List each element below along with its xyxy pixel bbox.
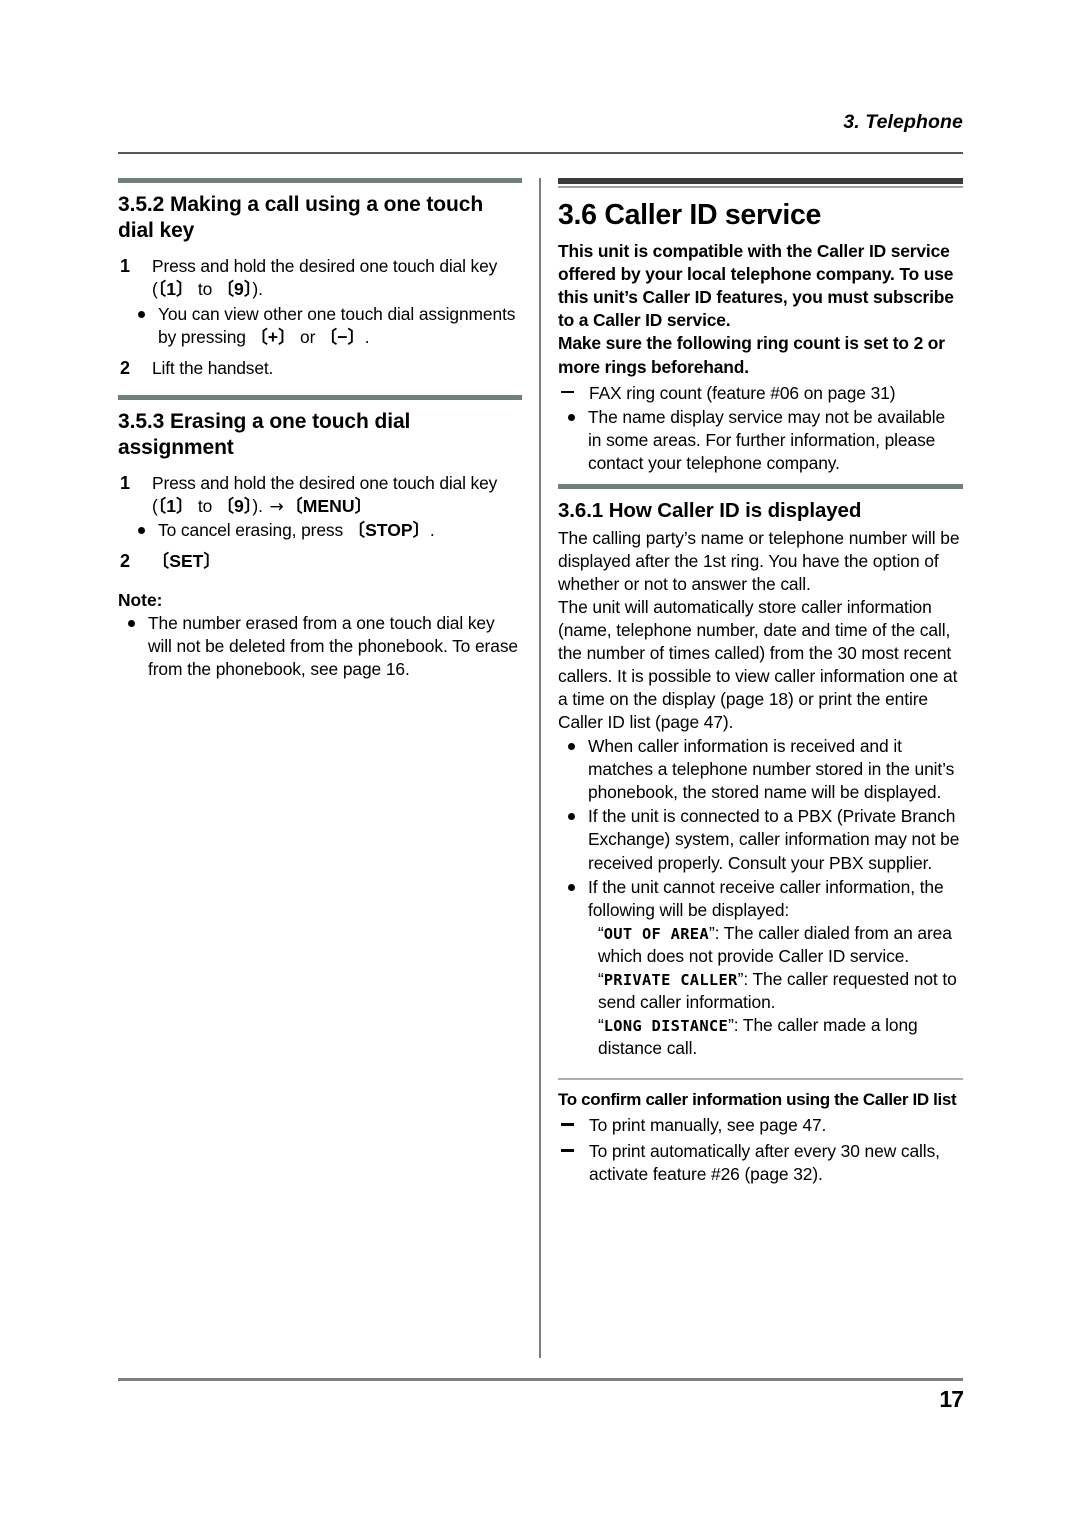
paragraph-361-1: The calling party’s name or telephone nu…: [558, 527, 960, 594]
key-plus: 〔+〕: [250, 326, 296, 348]
bullet-text: If the unit cannot receive caller inform…: [588, 876, 944, 920]
paragraph-361-2: The unit will automatically store caller…: [558, 596, 958, 733]
dash-text: FAX ring count (feature #06 on page 31): [589, 382, 896, 403]
bullet-dot-icon: [568, 813, 575, 821]
note-label: Note:: [118, 589, 163, 610]
lead-paragraph-1: This unit is compatible with the Caller …: [558, 241, 954, 331]
step-text: Lift the handset.: [152, 357, 274, 378]
section-rule-confirm: [558, 1078, 963, 1081]
step-text-b: to: [193, 495, 217, 516]
step-353-2: 2 〔SET〕: [118, 550, 522, 574]
key-1: 〔1〕: [157, 278, 194, 300]
step-number: 1: [120, 255, 130, 276]
bullet-text: The name display service may not be avai…: [588, 406, 946, 473]
note-bullet-text: The number erased from a one touch dial …: [148, 612, 518, 680]
step-number: 2: [120, 357, 130, 378]
heading-361: 3.6.1 How Caller ID is displayed: [558, 498, 862, 522]
step-352-1: 1 Press and hold the desired one touch d…: [118, 255, 522, 302]
key-menu: 〔MENU〕: [285, 495, 372, 517]
note-bullet: The number erased from a one touch dial …: [126, 612, 522, 681]
rule-bar-light: [558, 186, 963, 188]
step-text-b: to: [193, 278, 217, 299]
bullet-361-2: If the unit is connected to a PBX (Priva…: [566, 805, 963, 874]
bullet-352-1: You can view other one touch dial assign…: [136, 303, 522, 350]
document-page: 3. Telephone 3.5.2 Making a call using a…: [0, 0, 1080, 1528]
rule-bar-dark: [558, 178, 963, 184]
section-rule-353: [118, 394, 522, 400]
key-set: 〔SET〕: [152, 551, 221, 573]
dash-item-confirm-1: To print manually, see page 47.: [558, 1114, 963, 1137]
bullet-361-3: If the unit cannot receive caller inform…: [566, 876, 963, 922]
step-353-1: 1 Press and hold the desired one touch d…: [118, 472, 522, 519]
key-minus: 〔−〕: [320, 326, 365, 348]
footer-divider-rule: [118, 1378, 963, 1381]
step-text-c: ).: [252, 495, 268, 516]
key-9: 〔9〕: [216, 278, 253, 300]
key-stop: 〔STOP〕: [347, 520, 430, 542]
display-string-2: “PRIVATE CALLER”: The caller requested n…: [598, 968, 963, 1014]
dash-item-confirm-2: To print automatically after every 30 ne…: [558, 1140, 963, 1186]
dash-mark-icon: [561, 1149, 574, 1152]
dash-item-36-1: FAX ring count (feature #06 on page 31): [558, 382, 963, 405]
bullet-dot-icon: [128, 619, 135, 627]
heading-353: 3.5.3 Erasing a one touch dial assignmen…: [118, 409, 411, 460]
section-rule-36: [558, 178, 963, 188]
step-352-2: 2 Lift the handset.: [118, 357, 522, 380]
step-number: 1: [120, 472, 130, 493]
dash-mark-icon: [561, 390, 574, 394]
bullet-dot-icon: [138, 310, 145, 318]
dash-text: To print manually, see page 47.: [589, 1115, 827, 1136]
display-string-3: “LONG DISTANCE”: The caller made a long …: [598, 1014, 963, 1060]
arrow-icon: →: [269, 496, 284, 517]
dash-text: To print automatically after every 30 ne…: [589, 1141, 940, 1185]
chapter-title: 3. Telephone: [843, 111, 963, 133]
header-divider-rule: [118, 152, 963, 154]
lead-paragraph-2: Make sure the following ring count is se…: [558, 333, 945, 377]
bullet-dot-icon: [568, 413, 575, 421]
bullet-text-or: or: [295, 326, 320, 347]
bullet-dot-icon: [138, 527, 145, 535]
key-9: 〔9〕: [216, 495, 253, 517]
display-string-1: “OUT OF AREA”: The caller dialed from an…: [598, 922, 963, 968]
step-text-c: ).: [252, 278, 263, 299]
bullet-text: If the unit is connected to a PBX (Priva…: [588, 806, 960, 873]
page-header: 3. Telephone: [118, 111, 963, 133]
heading-36: 3.6 Caller ID service: [558, 199, 822, 231]
column-divider: [539, 178, 541, 1358]
lcd-text-long-distance: LONG DISTANCE: [603, 1016, 729, 1035]
right-column: 3.6 Caller ID service This unit is compa…: [558, 178, 963, 1186]
bullet-text-c: .: [364, 326, 370, 347]
bullet-dot-icon: [568, 883, 575, 891]
step-number: 2: [120, 551, 130, 572]
section-rule-352: [118, 178, 522, 183]
bullet-text-c: .: [429, 520, 435, 541]
key-1: 〔1〕: [157, 495, 194, 517]
heading-352: 3.5.2 Making a call using a one touch di…: [118, 193, 484, 243]
bullet-36-1: The name display service may not be avai…: [566, 406, 963, 475]
bullet-353-1: To cancel erasing, press 〔STOP〕.: [136, 519, 522, 543]
section-rule-361: [558, 483, 963, 489]
lcd-text-out-of-area: OUT OF AREA: [603, 924, 709, 943]
lcd-text-private-caller: PRIVATE CALLER: [603, 970, 738, 989]
left-column: 3.5.2 Making a call using a one touch di…: [118, 178, 522, 681]
bullet-dot-icon: [568, 743, 575, 751]
bullet-361-1: When caller information is received and …: [566, 735, 963, 804]
bullet-text-a: To cancel erasing, press: [158, 520, 348, 541]
dash-mark-icon: [561, 1123, 574, 1126]
page-number: 17: [939, 1386, 964, 1412]
bullet-text: When caller information is received and …: [588, 736, 955, 803]
heading-confirm: To confirm caller information using the …: [558, 1090, 957, 1110]
